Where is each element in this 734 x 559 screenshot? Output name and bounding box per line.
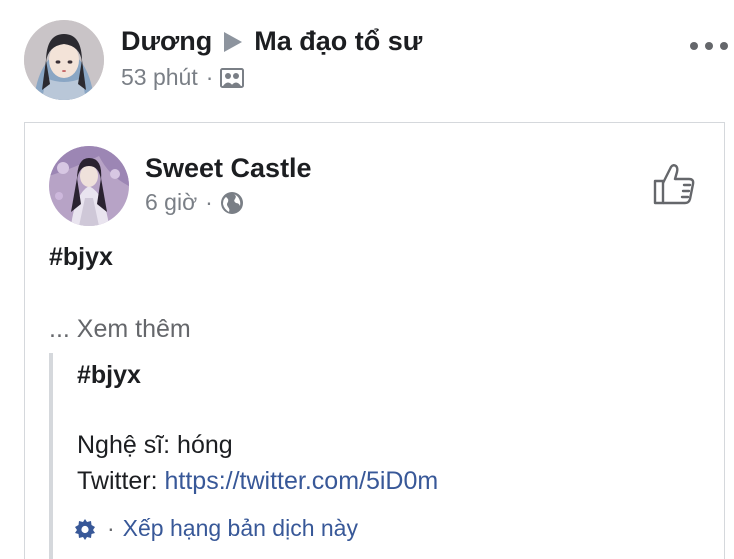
post-meta: 53 phút · bbox=[121, 64, 245, 91]
author-name[interactable]: Dương bbox=[121, 26, 212, 57]
post-hashtag[interactable]: #bjyx bbox=[49, 243, 113, 272]
group-name[interactable]: Ma đạo tổ sư bbox=[254, 26, 422, 57]
more-options-button[interactable] bbox=[690, 36, 728, 56]
rate-translation-button[interactable]: · Xếp hạng bản dịch này bbox=[73, 515, 358, 542]
more-dot-icon bbox=[720, 42, 728, 50]
facebook-post: Dương Ma đạo tổ sư 53 phút · Sweet Castl… bbox=[0, 0, 734, 559]
translation-block: #bjyx Nghệ sĩ: hóng Twitter: https://twi… bbox=[49, 353, 713, 559]
like-button[interactable] bbox=[651, 161, 697, 207]
translated-hashtag[interactable]: #bjyx bbox=[77, 361, 141, 390]
author-avatar[interactable] bbox=[24, 20, 104, 100]
more-dot-icon bbox=[690, 42, 698, 50]
post-title: Dương Ma đạo tổ sư bbox=[121, 26, 422, 57]
shared-post-card[interactable]: Sweet Castle 6 giờ · #bjyx ... Xem thêm … bbox=[24, 122, 725, 559]
rate-translation-label[interactable]: Xếp hạng bản dịch này bbox=[123, 515, 358, 542]
shared-author-avatar[interactable] bbox=[49, 146, 129, 226]
rate-separator: · bbox=[107, 515, 115, 541]
translated-twitter-line: Twitter: https://twitter.com/5iD0m bbox=[77, 467, 438, 496]
twitter-link[interactable]: https://twitter.com/5iD0m bbox=[165, 467, 439, 495]
shared-author-name[interactable]: Sweet Castle bbox=[145, 153, 312, 184]
twitter-label: Twitter: bbox=[77, 467, 165, 495]
meta-separator: · bbox=[205, 64, 214, 90]
ellipsis: ... bbox=[49, 315, 70, 343]
more-dot-icon bbox=[705, 42, 713, 50]
gear-icon bbox=[73, 517, 97, 541]
arrow-right-icon bbox=[224, 31, 243, 52]
globe-icon bbox=[220, 191, 244, 215]
shared-post-meta: 6 giờ · bbox=[145, 189, 244, 216]
meta-separator: · bbox=[205, 189, 213, 215]
translated-artist-line: Nghệ sĩ: hóng bbox=[77, 431, 233, 459]
shared-post-time[interactable]: 6 giờ bbox=[145, 189, 197, 216]
group-icon bbox=[220, 67, 245, 89]
see-more-row: ... Xem thêm bbox=[49, 315, 191, 344]
see-more-link[interactable]: Xem thêm bbox=[77, 315, 191, 343]
thumbs-up-icon bbox=[653, 164, 695, 205]
post-time[interactable]: 53 phút bbox=[121, 64, 198, 91]
